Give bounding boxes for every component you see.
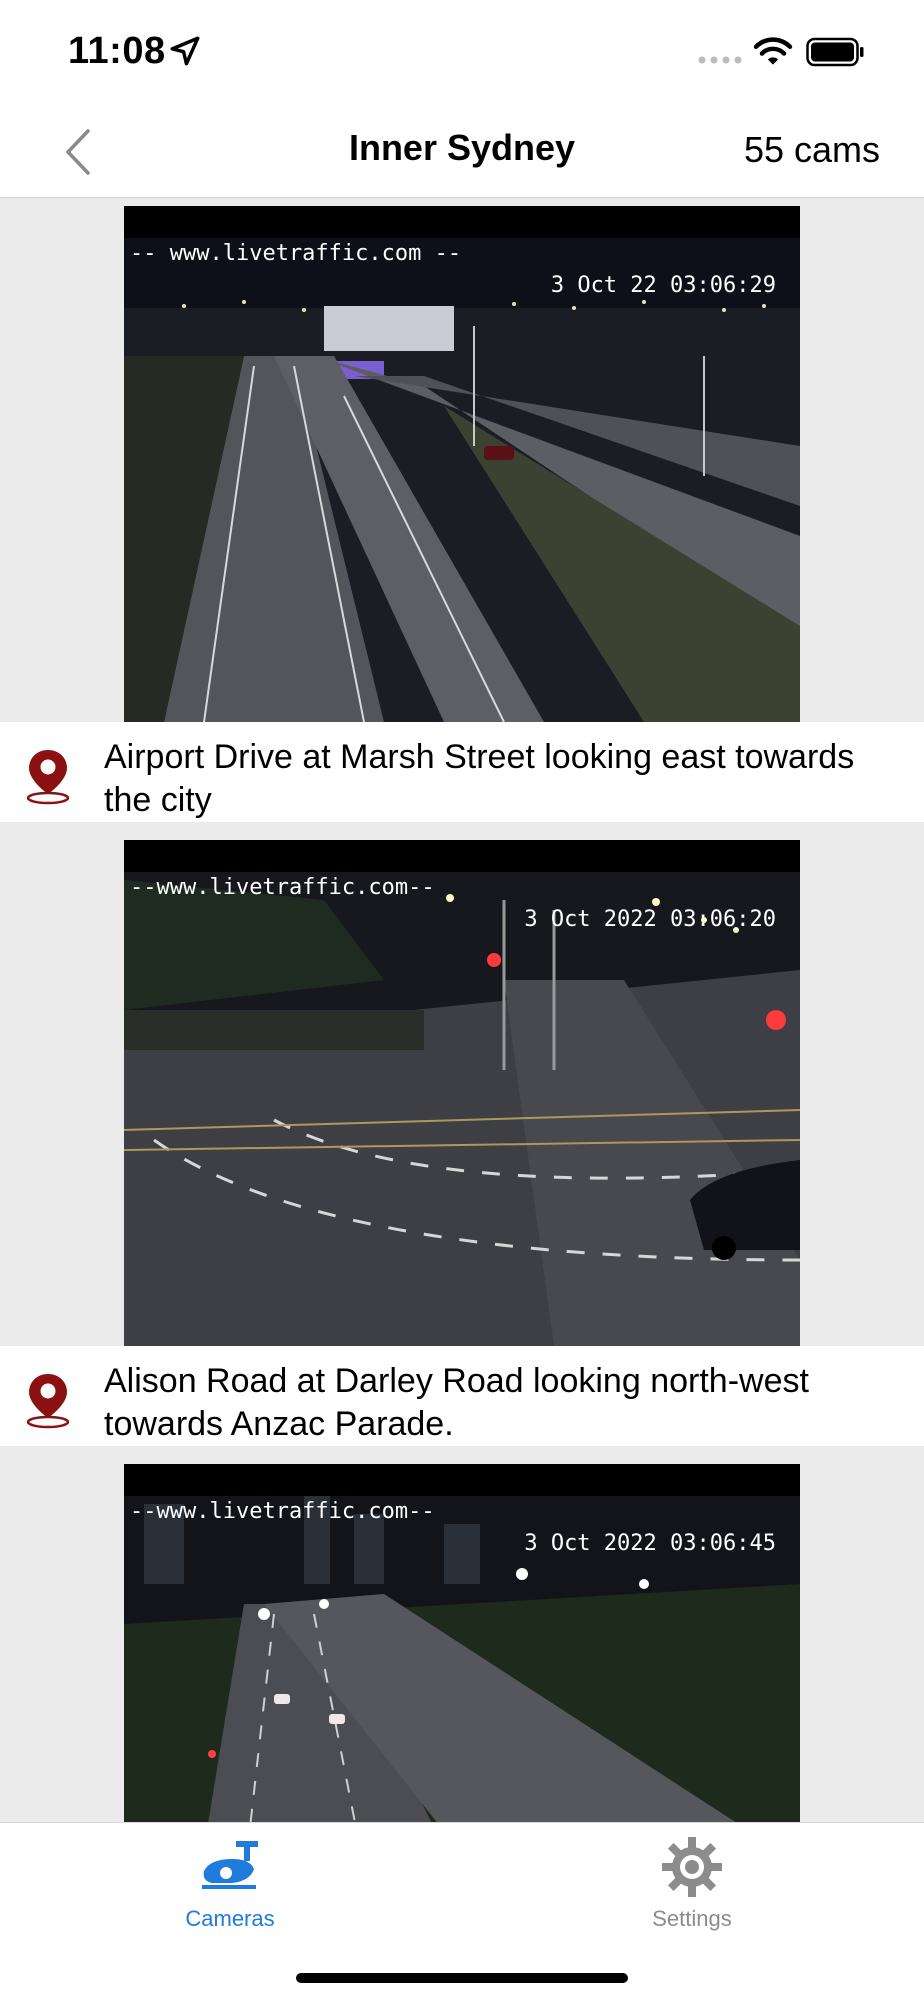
location-pin-icon [26,750,70,805]
camera-timestamp-bar: --www.livetraffic.com-- 3 Oct 2022 03:06… [124,840,800,932]
battery-icon [806,37,864,67]
camera-timestamp: 3 Oct 2022 03:06:45 [524,1531,776,1556]
status-bar: 11:08 [0,0,924,105]
camera-source-url: --www.livetraffic.com-- [130,875,435,900]
camera-source-url: --www.livetraffic.com-- [130,1499,435,1524]
camera-image[interactable]: -- www.livetraffic.com -- 3 Oct 22 03:06… [124,206,800,722]
camera-caption[interactable]: Airport Drive at Marsh Street looking ea… [0,722,924,822]
location-arrow-icon [170,36,200,66]
home-indicator[interactable] [296,1973,628,1983]
camera-item[interactable]: --www.livetraffic.com-- 3 Oct 2022 03:06… [0,1464,924,1822]
camera-timestamp: 3 Oct 22 03:06:29 [550,273,776,298]
camera-source-url: -- www.livetraffic.com -- [130,241,462,266]
cellular-signal-icon [698,56,742,64]
tab-cameras[interactable]: Cameras [130,1835,330,1932]
tab-cameras-label: Cameras [185,1906,275,1931]
tab-settings-label: Settings [652,1906,732,1931]
camera-timestamp-bar: -- www.livetraffic.com -- 3 Oct 22 03:06… [124,206,800,298]
camera-caption-text: Airport Drive at Marsh Street looking ea… [104,738,855,819]
camera-count: 55 cams [743,129,880,170]
tab-bar: Cameras Settings [0,1822,924,2001]
navigation-bar: Inner Sydney 55 cams [0,105,924,198]
camera-timestamp-bar: --www.livetraffic.com-- 3 Oct 2022 03:06… [124,1464,800,1556]
camera-image[interactable]: --www.livetraffic.com-- 3 Oct 2022 03:06… [124,1464,800,1822]
camera-item[interactable]: -- www.livetraffic.com -- 3 Oct 22 03:06… [0,206,924,822]
wifi-icon [753,37,793,65]
camera-caption[interactable]: Alison Road at Darley Road looking north… [0,1346,924,1446]
tab-settings[interactable]: Settings [592,1835,792,1932]
camera-caption-text: Alison Road at Darley Road looking north… [104,1362,809,1443]
gear-icon [662,1837,722,1897]
security-camera-icon [202,1841,258,1889]
camera-item[interactable]: --www.livetraffic.com-- 3 Oct 2022 03:06… [0,840,924,1446]
camera-image[interactable]: --www.livetraffic.com-- 3 Oct 2022 03:06… [124,840,800,1346]
camera-list[interactable]: -- www.livetraffic.com -- 3 Oct 22 03:06… [0,198,924,1822]
camera-timestamp: 3 Oct 2022 03:06:20 [524,907,776,932]
status-time: 11:08 [68,30,166,72]
location-pin-icon [26,1374,70,1429]
